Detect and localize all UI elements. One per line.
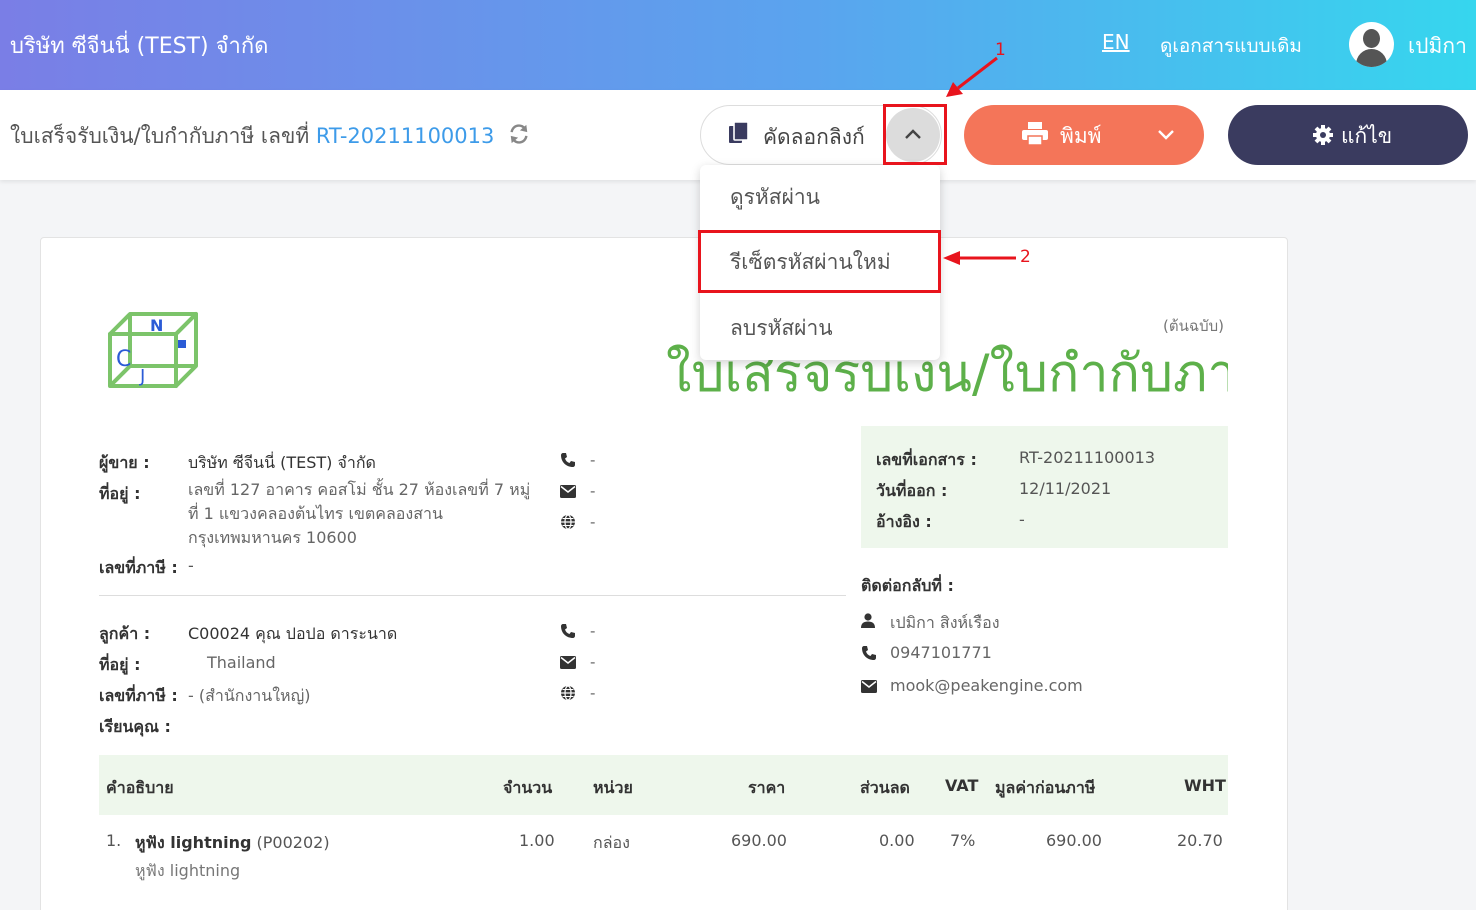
chevron-down-icon[interactable] [1157, 128, 1175, 140]
annotation-box-1 [883, 104, 947, 165]
globe-icon [561, 514, 575, 530]
globe-icon [561, 685, 575, 701]
item-pretax: 690.00 [1046, 831, 1102, 850]
customer-tax-id: - (สำนักงานใหญ่) [188, 686, 311, 705]
refresh-icon[interactable] [508, 123, 530, 145]
item-discount: 0.00 [879, 831, 915, 850]
svg-text:J: J [139, 366, 145, 387]
print-label: พิมพ์ [1060, 124, 1102, 148]
menu-delete-password[interactable]: ลบรหัสผ่าน [700, 296, 940, 360]
user-head-shape [1363, 29, 1380, 48]
item-name: หูฟัง lightning [135, 833, 252, 852]
seller-tax-label: เลขที่ภาษี : [99, 558, 178, 577]
phone-icon [561, 624, 575, 638]
customer-tax-label: เลขที่ภาษี : [99, 686, 178, 705]
customer-website: - [590, 684, 596, 702]
document-number: RT-20211100013 [315, 124, 495, 148]
customer-email: - [590, 653, 596, 671]
col-unit: หน่วย [593, 778, 633, 797]
edit-button[interactable]: แก้ไข [1228, 105, 1468, 165]
seller-email: - [590, 482, 596, 500]
person-icon [861, 613, 875, 628]
doc-no-label: เลขที่เอกสาร : [876, 450, 977, 469]
edit-label: แก้ไข [1341, 124, 1393, 148]
reference-label: อ้างอิง : [876, 512, 932, 531]
seller-name: บริษัท ซีจีนนี่ (TEST) จำกัด [188, 453, 376, 472]
mail-icon [560, 656, 576, 669]
item-price: 690.00 [731, 831, 787, 850]
item-wht: 20.70 [1177, 831, 1223, 850]
user-body-shape [1356, 49, 1387, 67]
page-title: ใบเสร็จรับเงิน/ใบกำกับภาษี เลขที่ RT-202… [10, 120, 494, 153]
contact-email: mook@peakengine.com [890, 676, 1083, 695]
customer-name: C00024 คุณ ปอปอ ดาระนาด [188, 624, 398, 643]
item-code: (P00202) [256, 833, 330, 852]
language-toggle[interactable]: EN [1102, 30, 1130, 54]
page-title-prefix: ใบเสร็จรับเงิน/ใบกำกับภาษี เลขที่ [10, 124, 310, 148]
issue-date-value: 12/11/2021 [1019, 479, 1112, 498]
phone-icon [862, 646, 876, 660]
table-row: หูฟัง lightning (P00202) [135, 831, 330, 856]
annotation-box-2 [698, 230, 941, 293]
copy-link-label: คัดลอกลิงก์ [763, 125, 865, 149]
seller-website: - [590, 513, 596, 531]
seller-address-label: ที่อยู่ : [99, 484, 141, 503]
item-vat: 7% [950, 831, 976, 850]
item-subtitle: หูฟัง lightning [135, 861, 241, 880]
company-name: บริษัท ซีจีนนี่ (TEST) จำกัด [10, 34, 269, 59]
contact-name: เปมิกา สิงห์เรือง [890, 613, 1000, 632]
doc-no-value: RT-20211100013 [1019, 448, 1156, 467]
customer-address: Thailand [207, 653, 276, 672]
printer-icon [1022, 122, 1048, 146]
col-pretax: มูลค่าก่อนภาษี [995, 778, 1096, 797]
col-price: ราคา [748, 778, 786, 797]
svg-text:C: C [116, 347, 131, 372]
col-wht: WHT [1184, 776, 1226, 795]
col-quantity: จำนวน [503, 778, 553, 797]
user-name[interactable]: เปมิกา [1408, 30, 1467, 63]
contact-phone: 0947101771 [890, 643, 992, 662]
mail-icon [861, 680, 877, 693]
row-index: 1. [106, 831, 122, 850]
svg-text:N: N [150, 316, 163, 335]
customer-address-label: ที่อยู่ : [99, 655, 141, 674]
customer-label: ลูกค้า : [99, 624, 151, 643]
col-description: คำอธิบาย [106, 778, 174, 797]
copy-icon [729, 122, 749, 143]
gear-icon [1313, 125, 1333, 145]
mail-icon [560, 485, 576, 498]
item-unit: กล่อง [593, 833, 630, 852]
contact-label: ติดต่อกลับที่ : [861, 576, 954, 595]
section-divider [99, 595, 846, 596]
item-quantity: 1.00 [519, 831, 555, 850]
annotation-number-1: 1 [995, 40, 1006, 60]
col-vat: VAT [945, 776, 979, 795]
attention-label: เรียนคุณ : [99, 717, 171, 736]
seller-phone: - [590, 451, 596, 469]
customer-phone: - [590, 622, 596, 640]
print-button[interactable]: พิมพ์ [964, 105, 1204, 165]
seller-label: ผู้ขาย : [99, 453, 150, 472]
seller-address: เลขที่ 127 อาคาร คอสโม่ ชั้น 27 ห้องเลขท… [188, 480, 531, 547]
avatar[interactable] [1349, 22, 1394, 67]
top-header: บริษัท ซีจีนนี่ (TEST) จำกัด EN ดูเอกสาร… [0, 0, 1476, 90]
col-discount: ส่วนลด [860, 778, 910, 797]
view-old-document-link[interactable]: ดูเอกสารแบบเดิม [1160, 31, 1302, 61]
phone-icon [561, 453, 575, 467]
company-logo-icon: N C J [108, 312, 198, 388]
menu-view-password[interactable]: ดูรหัสผ่าน [700, 165, 940, 229]
reference-value: - [1019, 510, 1025, 529]
issue-date-label: วันที่ออก : [876, 481, 948, 500]
seller-tax-id: - [188, 556, 194, 575]
annotation-number-2: 2 [1020, 247, 1031, 267]
